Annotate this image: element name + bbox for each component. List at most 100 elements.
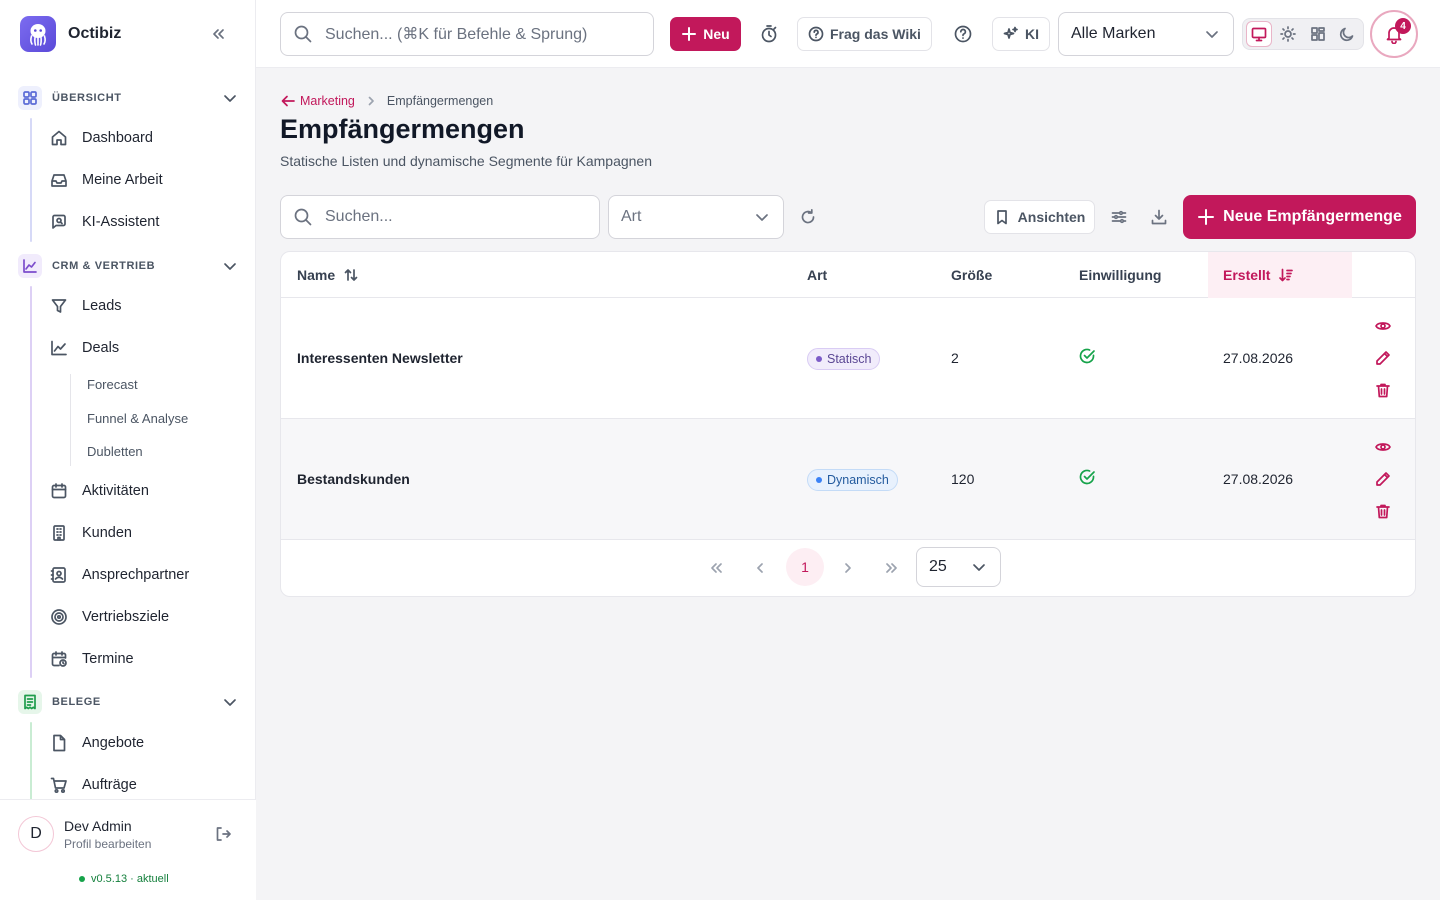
avatar[interactable]: D — [18, 816, 54, 852]
column-header-type[interactable]: Art — [807, 252, 827, 298]
search-icon — [293, 24, 313, 44]
column-settings-icon[interactable] — [1110, 208, 1128, 226]
column-label: Größe — [951, 267, 993, 283]
help-icon[interactable] — [953, 24, 973, 44]
page-title: Empfängermengen — [280, 114, 525, 144]
ai-button[interactable]: KI — [992, 17, 1050, 51]
edit-profile-link[interactable]: Profil bearbeiten — [64, 837, 151, 851]
sun-icon[interactable] — [1276, 21, 1301, 47]
sidebar-item-deals[interactable]: Deals — [50, 334, 119, 362]
sidebar-item-quotes[interactable]: Angebote — [50, 729, 144, 757]
eye-icon[interactable] — [1375, 439, 1391, 455]
new-recipient-set-label: Neue Empfängermenge — [1223, 208, 1402, 225]
recipient-sets-table: Name Art Größe Einwilligung Erstellt Int… — [280, 251, 1416, 597]
logout-icon[interactable] — [214, 825, 232, 843]
prev-page-icon[interactable] — [752, 560, 768, 576]
first-page-icon[interactable] — [708, 560, 724, 576]
version-status: v0.5.13 · aktuell — [79, 873, 169, 885]
chevron-down-icon — [220, 692, 240, 712]
ai-label: KI — [1025, 26, 1039, 42]
pencil-icon[interactable] — [1375, 471, 1391, 487]
section-crm-header[interactable]: CRM & VERTRIEB — [18, 254, 240, 278]
page-size-select[interactable]: 25 — [916, 547, 1001, 587]
layout-grid-icon[interactable] — [1305, 21, 1330, 47]
refresh-icon[interactable] — [799, 208, 817, 226]
table-row[interactable]: Interessenten Newsletter Statisch 2 27.0… — [281, 298, 1415, 419]
cell-name[interactable]: Bestandskunden — [297, 471, 410, 487]
table-search-placeholder: Suchen... — [325, 208, 393, 225]
sidebar-item-leads[interactable]: Leads — [50, 292, 122, 320]
sidebar-subitem-duplicates[interactable]: Dubletten — [87, 444, 143, 459]
sidebar-item-orders[interactable]: Aufträge — [50, 771, 137, 799]
sidebar-item-customers[interactable]: Kunden — [50, 519, 132, 547]
column-header-created[interactable]: Erstellt — [1223, 252, 1294, 298]
breadcrumb-parent: Marketing — [300, 94, 355, 108]
column-header-name[interactable]: Name — [297, 252, 359, 298]
trash-icon[interactable] — [1375, 503, 1391, 519]
sidebar-item-ai-assistant[interactable]: KI-Assistent — [50, 208, 159, 236]
trend-chart-icon — [18, 254, 42, 278]
badge-dot-icon — [816, 477, 822, 483]
sidebar-item-sales-goals[interactable]: Vertriebsziele — [50, 603, 169, 631]
column-header-size[interactable]: Größe — [951, 252, 992, 298]
user-name[interactable]: Dev Admin — [64, 818, 132, 834]
badge-label: Dynamisch — [827, 473, 889, 487]
new-button[interactable]: Neu — [670, 17, 741, 51]
sidebar-item-my-work[interactable]: Meine Arbeit — [50, 166, 163, 194]
breadcrumb: Marketing Empfängermengen — [280, 93, 493, 109]
sidebar-item-label: Kunden — [82, 525, 132, 541]
table-search-input[interactable]: Suchen... — [280, 195, 600, 239]
column-header-consent[interactable]: Einwilligung — [1079, 252, 1161, 298]
views-button[interactable]: Ansichten — [984, 200, 1095, 234]
eye-icon[interactable] — [1375, 318, 1391, 334]
sidebar-item-label: Dashboard — [82, 130, 153, 146]
sidebar-subitem-funnel[interactable]: Funnel & Analyse — [87, 411, 188, 426]
sidebar-item-activities[interactable]: Aktivitäten — [50, 477, 149, 505]
last-page-icon[interactable] — [884, 560, 900, 576]
cell-size: 2 — [951, 350, 959, 366]
target-icon — [50, 608, 68, 626]
brand-select[interactable]: Alle Marken — [1058, 12, 1234, 56]
chevron-down-icon — [1203, 25, 1221, 43]
plus-icon — [1197, 208, 1215, 226]
collapse-sidebar-icon[interactable] — [208, 24, 228, 44]
monitor-icon[interactable] — [1246, 21, 1272, 47]
cell-created: 27.08.2026 — [1223, 471, 1294, 487]
views-label: Ansichten — [1017, 209, 1086, 225]
page-number-current[interactable]: 1 — [786, 548, 824, 586]
sidebar-item-contacts[interactable]: Ansprechpartner — [50, 561, 189, 589]
sidebar-item-appointments[interactable]: Termine — [50, 645, 134, 673]
global-search-input[interactable]: Suchen... (⌘K für Befehle & Sprung) — [280, 12, 654, 56]
notifications-button[interactable] — [1370, 10, 1418, 58]
section-documents-header[interactable]: BELEGE — [18, 690, 240, 714]
grid-icon — [18, 86, 42, 110]
section-overview-header[interactable]: ÜBERSICHT — [18, 86, 240, 110]
sidebar-item-label: Vertriebsziele — [82, 609, 170, 625]
new-recipient-set-button[interactable]: Neue Empfängermenge — [1183, 195, 1416, 239]
brand[interactable]: Octibiz — [20, 16, 121, 52]
question-circle-icon — [808, 26, 824, 42]
moon-icon[interactable] — [1335, 21, 1360, 47]
trash-icon[interactable] — [1375, 382, 1391, 398]
table-row[interactable]: Bestandskunden Dynamisch 120 27.08.2026 — [281, 419, 1415, 540]
sidebar-item-label: Deals — [82, 340, 120, 356]
check-circle-icon — [1078, 347, 1096, 365]
column-label: Erstellt — [1223, 267, 1271, 283]
chart-line-icon — [50, 339, 68, 357]
sidebar-item-label: Aktivitäten — [82, 483, 149, 499]
sidebar-subitem-forecast[interactable]: Forecast — [87, 377, 138, 392]
cell-name[interactable]: Interessenten Newsletter — [297, 350, 463, 366]
next-page-icon[interactable] — [840, 560, 856, 576]
download-icon[interactable] — [1150, 208, 1168, 226]
section-title: ÜBERSICHT — [52, 92, 122, 104]
breadcrumb-back-link[interactable]: Marketing — [280, 93, 355, 109]
type-filter-select[interactable]: Art — [608, 195, 784, 239]
sort-icon — [343, 267, 359, 283]
deals-subline — [70, 374, 71, 466]
badge-label: Statisch — [827, 352, 872, 366]
sidebar-item-dashboard[interactable]: Dashboard — [50, 124, 153, 152]
timer-icon[interactable] — [759, 24, 779, 44]
pencil-icon[interactable] — [1375, 350, 1391, 366]
ask-wiki-button[interactable]: Frag das Wiki — [797, 17, 932, 51]
cell-created: 27.08.2026 — [1223, 350, 1294, 366]
